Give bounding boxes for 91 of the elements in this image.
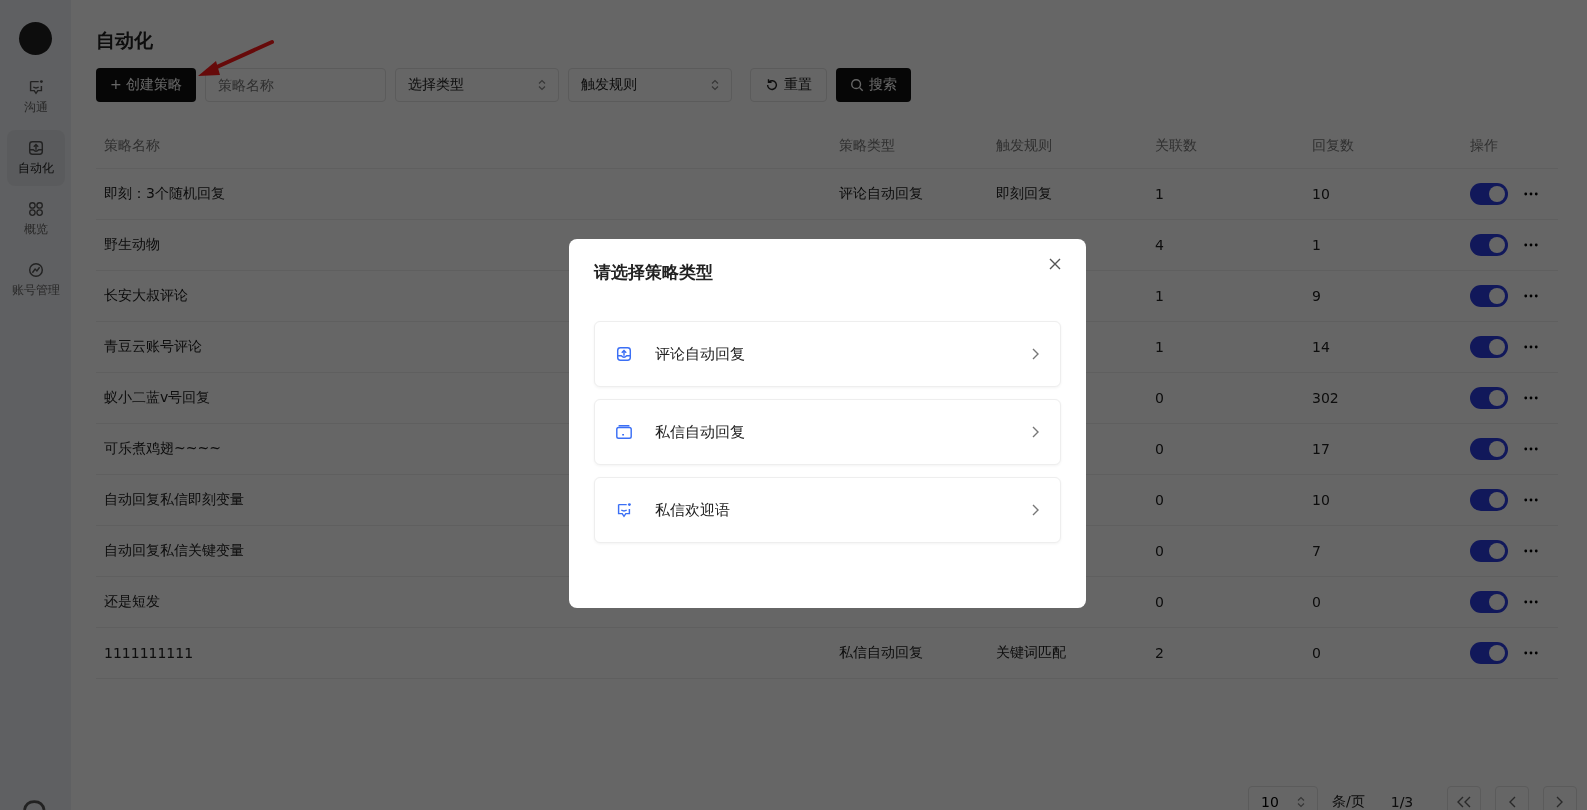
chevron-right-icon <box>1556 796 1565 808</box>
grid-icon <box>26 200 45 218</box>
table-cell: 评论自动回复 <box>839 185 923 201</box>
table-cell-text: 0 <box>1154 492 1164 508</box>
table-cell-text: 0 <box>1311 645 1321 661</box>
search-button[interactable]: 搜索 <box>836 68 912 102</box>
page-size-label: 条/页 <box>1332 793 1365 810</box>
double-chevron-icon <box>1457 796 1472 808</box>
more-icon[interactable] <box>1524 498 1538 502</box>
table-cell-text: 1 <box>1311 237 1321 253</box>
table-cell-text: 302 <box>1311 390 1339 406</box>
avatar <box>19 22 52 55</box>
toggle-switch[interactable] <box>1470 438 1508 460</box>
table-cell-text: 1 <box>1154 186 1164 202</box>
toggle-switch[interactable] <box>1470 642 1508 664</box>
table-cell-text: 自动回复私信关键变量 <box>103 542 244 560</box>
table-cell-text: 1 <box>1154 339 1164 355</box>
sidebar-item[interactable]: 沟通 <box>6 69 65 125</box>
table-cell-text: 0 <box>1154 594 1164 610</box>
toggle-switch[interactable] <box>1470 234 1508 256</box>
strategy-type-option[interactable]: 私信欢迎语 <box>594 477 1061 543</box>
chat-bubble-icon <box>615 501 633 519</box>
table-cell-text: 0 <box>1154 390 1164 406</box>
table-cell: 关键词匹配 <box>996 644 1066 660</box>
table-cell-text: 0 <box>1154 543 1164 559</box>
table-cell-text: 1111111111 <box>103 645 194 661</box>
sort-arrows-icon <box>711 79 720 91</box>
chevron-left-icon <box>1508 796 1517 808</box>
table-cell-text: 10 <box>1311 492 1330 508</box>
toggle-switch[interactable] <box>1470 285 1508 307</box>
reset-button[interactable]: 重置 <box>750 68 828 102</box>
account-icon <box>26 261 45 279</box>
next-page-button[interactable] <box>1543 786 1578 810</box>
table-cell-text: 蚁小二蓝v号回复 <box>103 389 211 407</box>
page-size-select[interactable]: 10 <box>1248 786 1318 810</box>
table-cell-text: 14 <box>1311 339 1330 355</box>
toggle-switch[interactable] <box>1470 489 1508 511</box>
strategy-type-option[interactable]: 私信自动回复 <box>594 399 1061 465</box>
toggle-switch[interactable] <box>1470 387 1508 409</box>
table-cell-text: 0 <box>1154 441 1164 457</box>
more-icon[interactable] <box>1524 294 1538 298</box>
more-icon[interactable] <box>1524 651 1538 655</box>
table-cell-text: 2 <box>1154 645 1164 661</box>
table-cell-text: 即刻：3个随机回复 <box>103 185 225 203</box>
close-icon[interactable] <box>1049 258 1061 270</box>
table-cell-text: 7 <box>1311 543 1321 559</box>
toggle-switch[interactable] <box>1470 336 1508 358</box>
more-icon[interactable] <box>1524 345 1538 349</box>
strategy-type-option[interactable]: 评论自动回复 <box>594 321 1061 387</box>
rule-select[interactable]: 触发规则 <box>568 68 733 102</box>
previous-page-button[interactable] <box>1495 786 1530 810</box>
sort-arrows-icon <box>1297 796 1305 808</box>
more-icon[interactable] <box>1524 600 1538 604</box>
table-cell-text: 4 <box>1154 237 1164 253</box>
sidebar-item[interactable]: 自动化 <box>6 130 65 186</box>
page-indicator: 1/3 <box>1390 794 1414 810</box>
page-title: 自动化 <box>96 28 153 53</box>
table-cell-text: 野生动物 <box>103 236 160 254</box>
chevron-right-icon <box>1032 426 1040 438</box>
upload-tray-icon <box>26 139 45 157</box>
table-cell-text: 还是短发 <box>103 593 160 611</box>
toggle-switch[interactable] <box>1470 591 1508 613</box>
folder-icon <box>615 423 633 441</box>
sort-arrows-icon <box>538 79 547 91</box>
more-icon[interactable] <box>1524 243 1538 247</box>
table-cell-text: 青豆云账号评论 <box>103 338 202 356</box>
chevron-right-icon <box>1032 504 1040 516</box>
upload-tray-icon <box>615 345 633 363</box>
table-cell-text: 9 <box>1311 288 1321 304</box>
more-icon[interactable] <box>1524 396 1538 400</box>
first-page-button[interactable] <box>1447 786 1482 810</box>
table-cell: 即刻回复 <box>996 185 1052 201</box>
more-icon[interactable] <box>1524 447 1538 451</box>
table-cell-text: 自动回复私信即刻变量 <box>103 491 244 509</box>
table-cell-text: 0 <box>1311 594 1321 610</box>
table-cell-text: 1 <box>1154 288 1164 304</box>
create-button[interactable]: + 创建策略 <box>96 68 197 102</box>
table-cell-text: 17 <box>1311 441 1330 457</box>
reset-icon <box>765 78 780 92</box>
search-icon <box>850 78 865 92</box>
type-select[interactable]: 选择类型 <box>395 68 560 102</box>
dialog-title: 请选择策略类型 <box>594 261 713 284</box>
table-cell: 私信自动回复 <box>839 644 923 660</box>
toggle-switch[interactable] <box>1470 183 1508 205</box>
more-icon[interactable] <box>1524 192 1538 196</box>
table-cell-text: 长安大叔评论 <box>103 287 188 305</box>
table-cell-text: 10 <box>1311 186 1330 202</box>
toggle-switch[interactable] <box>1470 540 1508 562</box>
chevron-right-icon <box>1032 348 1040 360</box>
table-cell-text: 可乐煮鸡翅~~~~ <box>103 440 221 458</box>
more-icon[interactable] <box>1524 549 1538 553</box>
